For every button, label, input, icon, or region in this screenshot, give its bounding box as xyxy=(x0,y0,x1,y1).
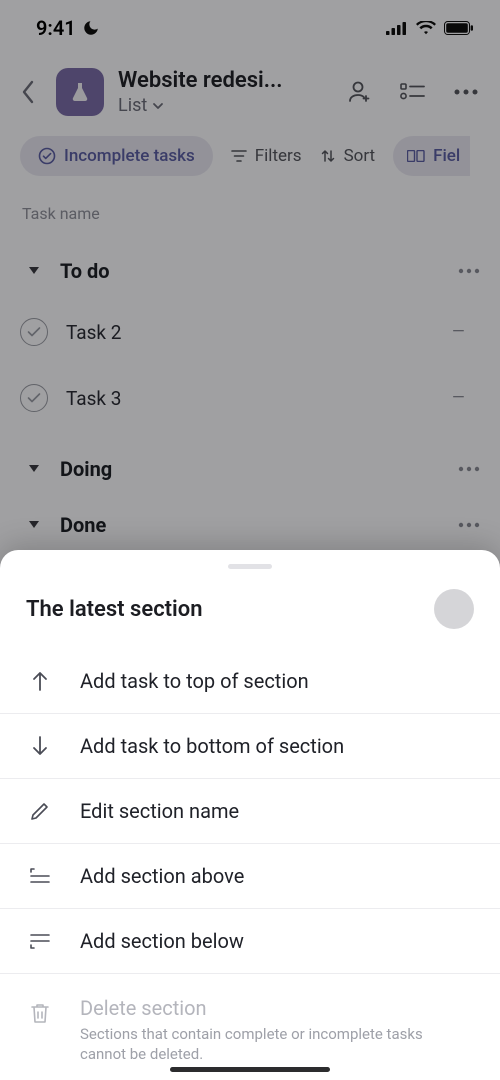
sheet-item-label: Add section above xyxy=(80,864,244,888)
sheet-item-add-top[interactable]: Add task to top of section xyxy=(0,649,500,714)
sheet-item-add-below[interactable]: Add section below xyxy=(0,909,500,974)
sheet-item-subtitle: Sections that contain complete or incomp… xyxy=(80,1024,460,1065)
sheet-item-edit[interactable]: Edit section name xyxy=(0,779,500,844)
arrow-up-icon xyxy=(26,670,54,692)
sheet-item-add-above[interactable]: Add section above xyxy=(0,844,500,909)
sheet-grabber[interactable] xyxy=(228,564,272,569)
sheet-item-add-bottom[interactable]: Add task to bottom of section xyxy=(0,714,500,779)
sheet-item-label: Add section below xyxy=(80,929,244,953)
add-section-above-icon xyxy=(26,866,54,886)
sheet-item-label: Delete section xyxy=(80,996,460,1020)
pencil-icon xyxy=(26,800,54,822)
section-actions-sheet: The latest section Add task to top of se… xyxy=(0,550,500,1080)
sheet-title: The latest section xyxy=(26,597,434,622)
home-indicator[interactable] xyxy=(170,1067,330,1072)
arrow-down-icon xyxy=(26,735,54,757)
sheet-corner-indicator xyxy=(434,589,474,629)
trash-icon xyxy=(26,996,54,1026)
add-section-below-icon xyxy=(26,931,54,951)
sheet-item-label: Add task to bottom of section xyxy=(80,734,344,758)
sheet-item-label: Add task to top of section xyxy=(80,669,309,693)
sheet-item-delete: Delete section Sections that contain com… xyxy=(0,974,500,1080)
sheet-item-label: Edit section name xyxy=(80,799,239,823)
